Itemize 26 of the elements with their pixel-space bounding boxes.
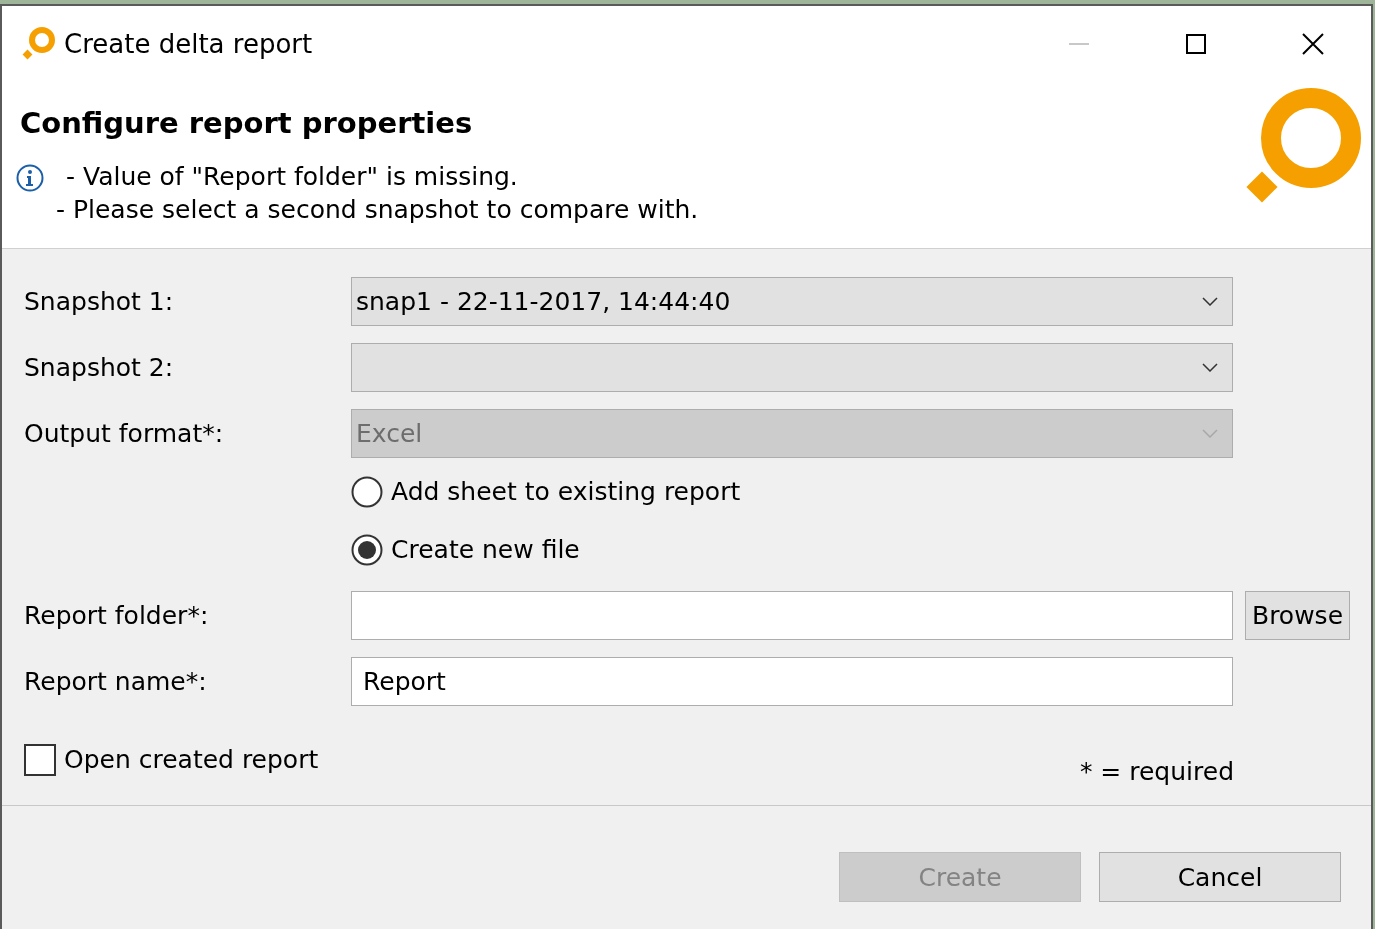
chevron-down-icon	[1202, 297, 1218, 307]
checkbox-label: Open created report	[64, 745, 320, 775]
validation-message: - Value of "Report folder" is missing.	[66, 162, 519, 191]
input-field[interactable]	[351, 591, 1233, 641]
dropdown[interactable]: snap1 - 22-11-2017, 14:44:40	[351, 277, 1233, 327]
radio-button[interactable]	[351, 533, 383, 566]
dropdown[interactable]	[351, 343, 1233, 393]
page-heading: Configure report properties	[20, 106, 474, 140]
info-icon	[16, 164, 44, 192]
browse-button[interactable]: Browse	[1245, 591, 1350, 641]
checkbox[interactable]	[24, 743, 56, 776]
field-label: Report name*:	[24, 667, 208, 697]
chevron-down-icon	[1202, 363, 1218, 373]
dialog-button[interactable]: Cancel	[1099, 852, 1341, 903]
radio-label: Create new file	[391, 535, 580, 565]
field-label: Snapshot 1:	[24, 287, 175, 317]
field-label: Output format*:	[24, 419, 225, 449]
required-note: * = required	[1079, 757, 1234, 787]
field-label: Snapshot 2:	[24, 353, 175, 383]
validation-message: - Please select a second snapshot to compare with.	[56, 195, 699, 224]
window-title: Create delta report	[64, 29, 314, 59]
radio-label: Add sheet to existing report	[391, 477, 741, 507]
chevron-down-icon	[1202, 429, 1218, 439]
radio-button[interactable]	[351, 475, 383, 508]
input-field[interactable]: Report	[351, 657, 1233, 707]
field-label: Report folder*:	[24, 601, 210, 631]
